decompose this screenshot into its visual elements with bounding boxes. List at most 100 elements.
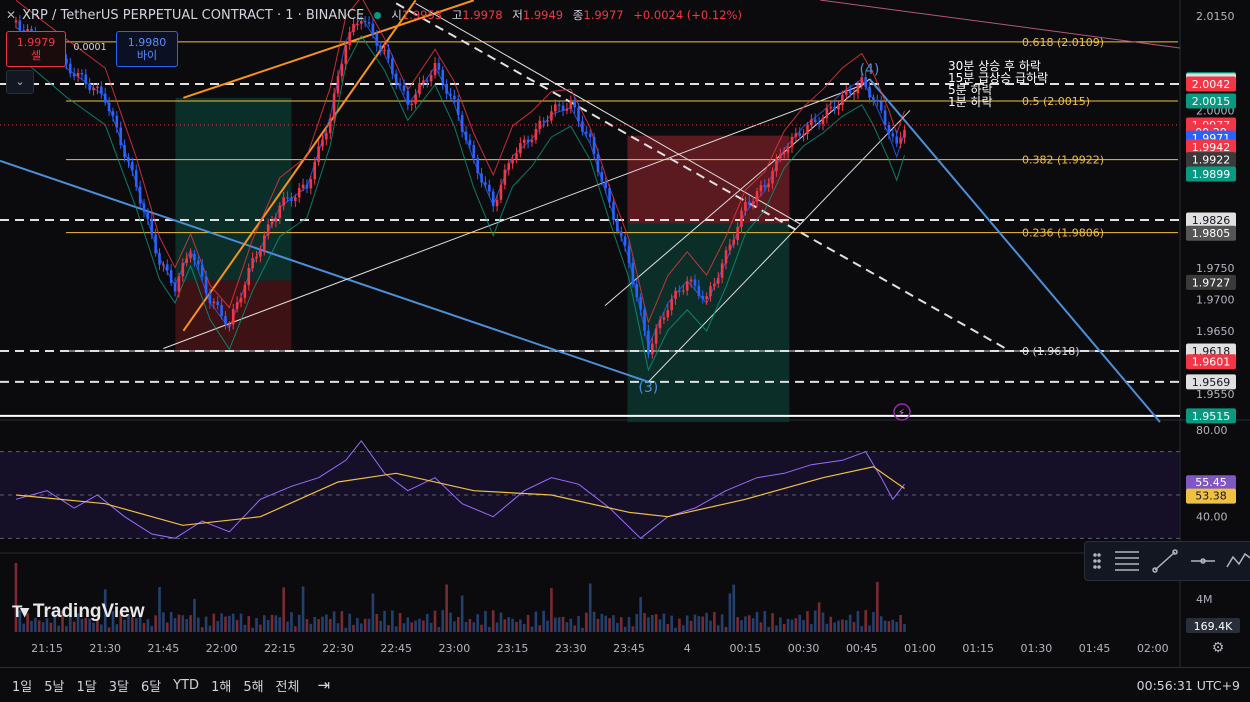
close-icon[interactable]: ✕ — [6, 8, 16, 22]
candle-body — [72, 73, 76, 77]
ohlc-values: 시1.9953 고1.9978 저1.9949 종1.9977 +0.0024 … — [391, 7, 748, 23]
volume-bar — [414, 620, 417, 632]
chevron-down-icon[interactable]: ⌄ — [6, 70, 34, 94]
price-label: 1.9826 — [1192, 214, 1231, 227]
volume-bar — [767, 626, 770, 632]
path-icon[interactable] — [1226, 552, 1250, 568]
volume-bar — [247, 616, 251, 632]
candle-body — [810, 119, 813, 126]
volume-bar — [177, 614, 181, 632]
candle-body — [445, 83, 448, 94]
candle-body — [286, 197, 289, 199]
line-style-icon[interactable] — [1115, 551, 1139, 571]
tradingview-logo: T▾ TradingView — [12, 601, 145, 623]
candle-body — [837, 105, 840, 110]
volume-bar — [181, 615, 185, 632]
candle-body — [674, 290, 677, 299]
candle-body — [212, 301, 216, 304]
volume-bar — [550, 588, 553, 632]
volume-bar — [650, 615, 654, 632]
volume-bar — [100, 624, 103, 632]
candle-body — [169, 270, 173, 283]
candle-body — [542, 120, 545, 122]
price-label: 1.9515 — [1192, 410, 1231, 423]
candle-body — [239, 297, 243, 303]
volume-bar — [173, 618, 177, 632]
trend-line-icon[interactable] — [1152, 549, 1178, 573]
wave-label: (4) — [860, 62, 880, 78]
time-tick-label: 01:00 — [904, 642, 936, 655]
high-value: 1.9978 — [462, 8, 503, 22]
volume-bar — [165, 622, 169, 632]
volume-bar — [782, 624, 786, 632]
tf-1y[interactable]: 1해 — [211, 676, 231, 695]
candle-body — [181, 262, 185, 277]
candle-body — [418, 83, 421, 95]
close-label: 종 — [572, 8, 584, 22]
candle-body — [751, 201, 755, 205]
candle-body — [790, 136, 794, 148]
candle-body — [208, 293, 212, 304]
change-value: +0.0024 (+0.12%) — [633, 8, 742, 22]
tf-ytd[interactable]: YTD — [173, 678, 199, 693]
volume-bar — [239, 613, 243, 632]
price-chart[interactable]: 0.618 (2.0109) 0.5 (2.0015) 0.382 (1.9922)… — [0, 0, 1250, 667]
volume-bar — [456, 617, 460, 632]
candle-body — [612, 201, 615, 220]
fib-label: 0.236 (1.9806) — [1022, 227, 1104, 240]
volume-bar — [592, 611, 596, 632]
candle-body — [561, 105, 565, 111]
clock[interactable]: 00:56:31 UTC+9 — [1137, 678, 1240, 693]
volume-bar — [600, 613, 604, 632]
tf-3m[interactable]: 3달 — [109, 676, 129, 695]
candle-body — [204, 276, 208, 294]
volume-bar — [658, 619, 662, 632]
candle-body — [491, 191, 495, 207]
price-axis: 2.01502.00001.97501.97001.96501.95502.00… — [1186, 10, 1236, 424]
candle-body — [623, 236, 627, 246]
volume-bar — [825, 623, 829, 632]
drag-handle-icon[interactable] — [1093, 553, 1101, 569]
candle-body — [301, 184, 305, 189]
price-label: 1.9899 — [1192, 168, 1231, 181]
volume-bar — [321, 616, 324, 632]
candle-body — [515, 153, 518, 160]
tf-6m[interactable]: 6달 — [141, 676, 161, 695]
candle-body — [635, 284, 639, 297]
volume-bar — [872, 612, 875, 632]
price-label: 2.0015 — [1192, 95, 1231, 108]
candle-body — [96, 86, 99, 89]
volume-bar — [771, 613, 774, 632]
volume-bar — [92, 622, 95, 632]
time-tick-label: 00:15 — [730, 642, 762, 655]
volume-bar — [449, 612, 452, 632]
candle-body — [588, 133, 592, 137]
volume-bar — [422, 620, 425, 632]
drawing-toolbox[interactable] — [1084, 541, 1250, 581]
candle-body — [158, 253, 161, 265]
candle-body — [507, 163, 511, 170]
tf-5y[interactable]: 5해 — [243, 676, 263, 695]
candle-body — [103, 93, 107, 103]
volume-bar — [639, 597, 642, 632]
candle-body — [185, 258, 188, 263]
sell-button[interactable]: 1.9979 셀 — [6, 31, 66, 67]
candle-body — [848, 90, 852, 94]
volume-bar — [666, 623, 670, 632]
volume-bar — [577, 615, 580, 632]
gear-icon[interactable]: ⚙ — [1210, 640, 1226, 656]
goto-date-icon[interactable]: ⇥ — [317, 676, 330, 694]
candle-body — [173, 282, 177, 292]
tf-all[interactable]: 전체 — [276, 676, 300, 695]
chart-header: ✕ XRP / TetherUS PERPETUAL CONTRACT · 1 … — [6, 4, 748, 26]
tf-1d[interactable]: 1일 — [12, 676, 32, 695]
tf-5d[interactable]: 5날 — [44, 676, 64, 695]
volume-bar — [526, 614, 530, 632]
candle-body — [305, 184, 309, 189]
symbol-title[interactable]: XRP / TetherUS PERPETUAL CONTRACT · 1 · … — [22, 8, 364, 23]
candle-body — [247, 268, 251, 285]
volume-bar — [476, 614, 479, 632]
tf-1m[interactable]: 1달 — [76, 676, 96, 695]
horizontal-line-icon[interactable] — [1191, 558, 1215, 564]
buy-button[interactable]: 1.9980 바이 — [116, 31, 178, 67]
